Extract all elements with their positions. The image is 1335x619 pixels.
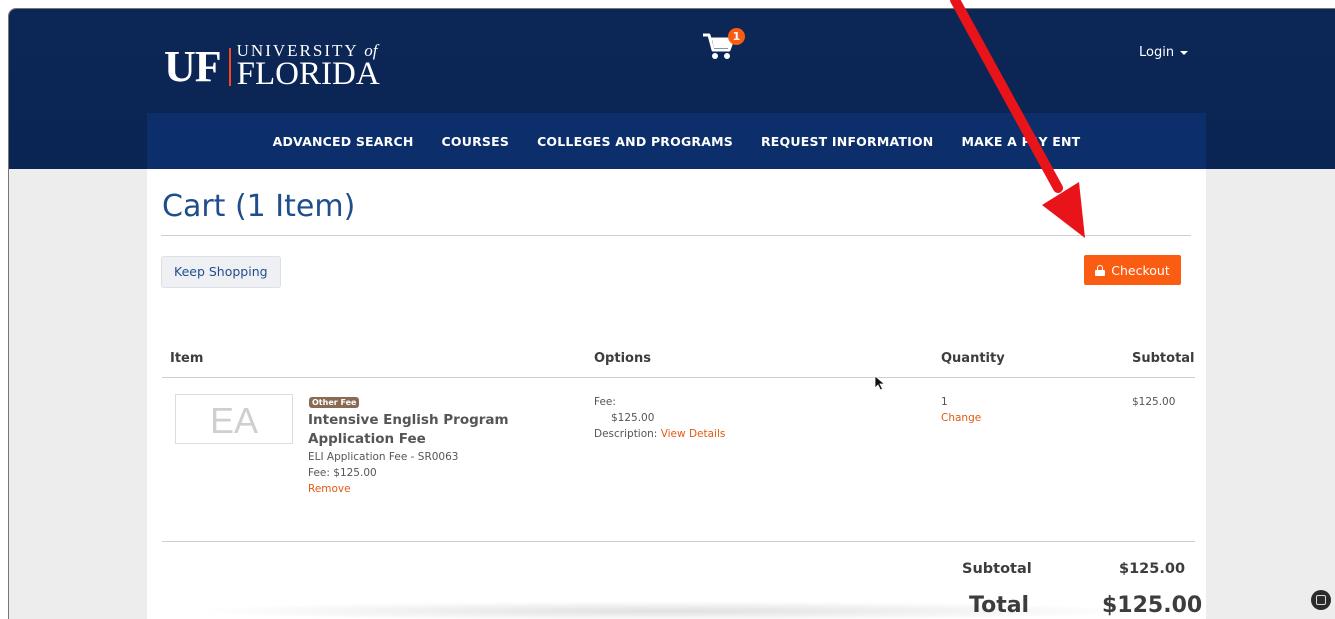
checkout-label: Checkout (1111, 262, 1170, 278)
item-subtotal: $125.00 (1132, 396, 1176, 408)
column-header-item: Item (170, 351, 204, 366)
browser-window: UF UNIVERSITY of FLORIDA 1 Login ADVANCE… (8, 8, 1335, 619)
nav-make-a-payment[interactable]: MAKE A PAY ENT (961, 134, 1080, 149)
caret-down-icon (1180, 50, 1189, 55)
change-quantity-link[interactable]: Change (941, 412, 981, 424)
options-description: Description: View Details (594, 428, 725, 440)
cart-count-badge: 1 (728, 28, 745, 45)
category-badge: Other Fee (309, 397, 360, 408)
nav-advanced-search[interactable]: ADVANCED SEARCH (273, 134, 414, 149)
view-details-link[interactable]: View Details (661, 428, 726, 440)
keep-shopping-button[interactable]: Keep Shopping (161, 256, 281, 288)
nav-request-information[interactable]: REQUEST INFORMATION (761, 134, 933, 149)
nav-colleges-and-programs[interactable]: COLLEGES AND PROGRAMS (537, 134, 733, 149)
options-fee-value: $125.00 (611, 412, 655, 424)
screen-capture-icon[interactable] (1311, 590, 1331, 610)
site-header: UF UNIVERSITY of FLORIDA 1 Login ADVANCE… (9, 9, 1335, 169)
divider (161, 235, 1191, 236)
item-thumbnail[interactable]: EA (175, 394, 293, 444)
logo-mark: UF (164, 41, 222, 91)
sticky-footer-shadow (187, 601, 1147, 619)
login-label: Login (1139, 45, 1175, 60)
uf-logo[interactable]: UF UNIVERSITY of FLORIDA (164, 42, 380, 91)
mouse-pointer-icon (874, 375, 886, 391)
item-name[interactable]: Intensive English Program Application Fe… (308, 411, 568, 449)
nav-courses[interactable]: COURSES (442, 134, 510, 149)
remove-link[interactable]: Remove (308, 483, 351, 495)
item-quantity: 1 (941, 396, 948, 408)
lock-icon (1095, 264, 1106, 276)
column-header-quantity: Quantity (941, 351, 1005, 366)
login-dropdown[interactable]: Login (1139, 45, 1189, 60)
logo-florida: FLORIDA (236, 56, 380, 92)
item-fee: Fee: $125.00 (308, 467, 377, 479)
checkout-button[interactable]: Checkout (1084, 255, 1181, 285)
column-header-subtotal: Subtotal (1132, 351, 1195, 366)
item-code: ELI Application Fee - SR0063 (308, 451, 459, 463)
summary-subtotal-label: Subtotal (962, 561, 1032, 577)
cart-content: Cart (1 Item) Keep Shopping Checkout Ite… (147, 169, 1206, 619)
options-fee-label: Fee: (594, 396, 616, 408)
main-nav: ADVANCED SEARCH COURSES COLLEGES AND PRO… (147, 113, 1206, 169)
divider (162, 377, 1195, 378)
page-title: Cart (1 Item) (162, 189, 356, 224)
logo-wordmark: UNIVERSITY of FLORIDA (237, 42, 380, 91)
divider (162, 541, 1195, 542)
column-header-options: Options (594, 351, 651, 366)
options-description-label: Description: (594, 428, 658, 440)
logo-divider (228, 47, 231, 86)
summary-subtotal-value: $125.00 (1119, 561, 1186, 577)
